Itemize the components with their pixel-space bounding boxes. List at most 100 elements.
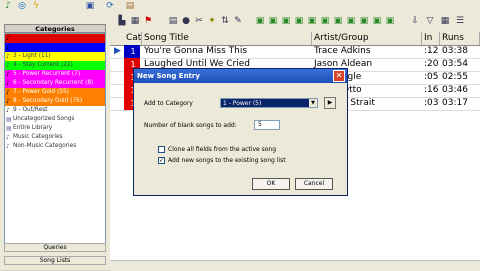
cat-cell: 1 <box>124 45 140 58</box>
category-item-secondary-recurrent[interactable]: ♪ 6 - Secondary Recurrent (8) <box>5 79 105 88</box>
blank-songs-label: Number of blank songs to add: <box>144 122 237 129</box>
artist-cell: Trace Adkins <box>314 46 371 56</box>
table-row[interactable]: ▶ 1 You're Gonna Miss This Trace Adkins … <box>110 45 480 59</box>
grid-view-icon[interactable]: ▦ <box>440 16 450 26</box>
music-note-icon: ♪ <box>6 98 10 105</box>
intro-cell: :16 <box>424 85 439 95</box>
scissors-icon[interactable]: ✂ <box>194 16 204 26</box>
category-item-power-gold[interactable]: ♪ 7 - Power Gold (55) <box>5 88 105 97</box>
category-item-light[interactable]: ♪ 3 - Light (11) <box>5 52 105 61</box>
song-title-cell: You're Gonna Miss This <box>144 46 248 56</box>
grid-header: Cat Song Title Artist/Group In Runs <box>110 32 480 46</box>
grid-icon[interactable]: ▦ <box>130 16 140 26</box>
next-category-button[interactable]: ▶ <box>324 97 336 109</box>
category-panel: Categories ♪ 1 - Power (5) ♪ 2 - ♪ 3 - L… <box>0 12 110 270</box>
chevron-down-icon[interactable]: ▼ <box>309 99 317 107</box>
music-note-icon: ♪ <box>6 134 10 141</box>
horizontal-scrollbar[interactable] <box>110 260 480 271</box>
clone-fields-label: Clone all fields from the active song <box>168 146 277 153</box>
box-icon[interactable]: ▣ <box>385 16 395 26</box>
category-select[interactable]: 1 - Power (5) ▼ <box>220 98 318 108</box>
dialog-title: New Song Entry <box>134 69 347 83</box>
category-item-non-music-categories[interactable]: ♪ Non-Music Categories <box>5 142 105 151</box>
list-icon[interactable]: ☰ <box>455 16 465 26</box>
box-icon[interactable]: ▣ <box>346 16 356 26</box>
music-note-icon: ♪ <box>6 35 10 42</box>
intro-cell: :12 <box>424 46 439 56</box>
wand-icon[interactable]: ✦ <box>207 16 217 26</box>
category-item-entire-library[interactable]: ▤ Entire Library <box>5 124 105 133</box>
runs-cell: 03:38 <box>442 46 468 56</box>
queries-button[interactable]: Queries <box>4 243 106 252</box>
box-icon[interactable]: ▣ <box>333 16 343 26</box>
category-label: 5 - Power Recurrent (7) <box>13 71 81 77</box>
category-label: Non-Music Categories <box>13 143 77 149</box>
box-icon[interactable]: ▣ <box>307 16 317 26</box>
sort-down-icon[interactable]: ⇩ <box>410 16 420 26</box>
category-item-uncategorized[interactable]: ▤ Uncategorized Songs <box>5 115 105 124</box>
new-song-entry-dialog: New Song Entry ✕ Add to Category 1 - Pow… <box>133 68 348 196</box>
box-icon[interactable]: ▣ <box>281 16 291 26</box>
category-list: ♪ 1 - Power (5) ♪ 2 - ♪ 3 - Light (11) ♪… <box>4 33 106 251</box>
runs-cell: 03:54 <box>442 59 468 69</box>
add-to-list-checkbox[interactable]: ✓ <box>158 157 165 164</box>
music-note-icon: ♪ <box>6 44 10 51</box>
folder-icon: ▤ <box>6 116 12 123</box>
disk-icon[interactable]: ▣ <box>84 0 96 12</box>
col-runs[interactable]: Runs <box>440 32 480 45</box>
category-label: 4 - Stay Current (22) <box>13 62 73 68</box>
library-icon: ▤ <box>6 125 12 132</box>
music-note-icon: ♪ <box>6 80 10 87</box>
runs-cell: 03:17 <box>442 98 468 108</box>
print-icon[interactable]: ▤ <box>168 16 178 26</box>
edit-icon[interactable]: ✎ <box>233 16 243 26</box>
app-toolbar: ♪ ◎ ϟ ▣ ⟳ ▤ <box>0 0 480 12</box>
box-icon[interactable]: ▣ <box>255 16 265 26</box>
flag-icon[interactable]: ⚑ <box>143 16 153 26</box>
music-note-icon: ♪ <box>6 62 10 69</box>
box-icon[interactable]: ▣ <box>268 16 278 26</box>
category-item-stay-current[interactable]: ♪ 4 - Stay Current (22) <box>5 61 105 70</box>
category-label: 9 - Out/Rest <box>13 107 48 113</box>
clone-fields-checkbox[interactable] <box>158 146 165 153</box>
intro-cell: :03 <box>424 98 439 108</box>
category-item-music-categories[interactable]: ♪ Music Categories <box>5 133 105 142</box>
category-label: 3 - Light (11) <box>13 53 51 59</box>
sync-icon[interactable]: ⟳ <box>104 0 116 12</box>
category-label: Entire Library <box>13 125 53 131</box>
category-label: 1 - Power (5) <box>13 35 51 41</box>
col-song-title[interactable]: Song Title <box>142 32 312 45</box>
package-icon[interactable]: ▤ <box>124 0 136 12</box>
col-intro[interactable]: In <box>422 32 440 45</box>
sort-icon[interactable]: ⇅ <box>220 16 230 26</box>
category-item-2[interactable]: ♪ 2 - <box>5 43 105 52</box>
target-icon[interactable]: ◎ <box>16 0 28 12</box>
category-item-power-recurrent[interactable]: ♪ 5 - Power Recurrent (7) <box>5 70 105 79</box>
record-icon[interactable]: ● <box>181 16 191 26</box>
binoculars-icon[interactable]: ▙ <box>117 16 127 26</box>
category-item-secondary-gold[interactable]: ♪ 8 - Secondary Gold (75) <box>5 97 105 106</box>
cancel-button[interactable]: Cancel <box>295 178 333 190</box>
filter-icon[interactable]: ▽ <box>425 16 435 26</box>
col-artist[interactable]: Artist/Group <box>312 32 422 45</box>
box-icon[interactable]: ▣ <box>294 16 304 26</box>
runs-cell: 02:55 <box>442 72 468 82</box>
box-icon[interactable]: ▣ <box>372 16 382 26</box>
col-cat[interactable]: Cat <box>124 32 142 45</box>
music-note-icon: ♪ <box>6 143 10 150</box>
box-icon[interactable]: ▣ <box>359 16 369 26</box>
ok-button[interactable]: OK <box>252 178 290 190</box>
categories-header: Categories <box>4 24 106 33</box>
category-label: 7 - Power Gold (55) <box>13 89 69 95</box>
box-icon[interactable]: ▣ <box>320 16 330 26</box>
song-lists-button[interactable]: Song Lists <box>4 256 106 265</box>
category-item-out-rest[interactable]: ♪ 9 - Out/Rest <box>5 106 105 115</box>
lightning-icon[interactable]: ϟ <box>30 0 42 12</box>
music-note-icon: ♪ <box>6 71 10 78</box>
blank-songs-stepper[interactable]: 5 <box>254 120 280 130</box>
add-to-list-label: Add new songs to the existing song list <box>168 157 286 164</box>
close-icon[interactable]: ✕ <box>333 70 345 82</box>
category-label: Uncategorized Songs <box>13 116 75 122</box>
music-note-icon[interactable]: ♪ <box>2 0 14 12</box>
category-item-power[interactable]: ♪ 1 - Power (5) <box>5 34 105 43</box>
